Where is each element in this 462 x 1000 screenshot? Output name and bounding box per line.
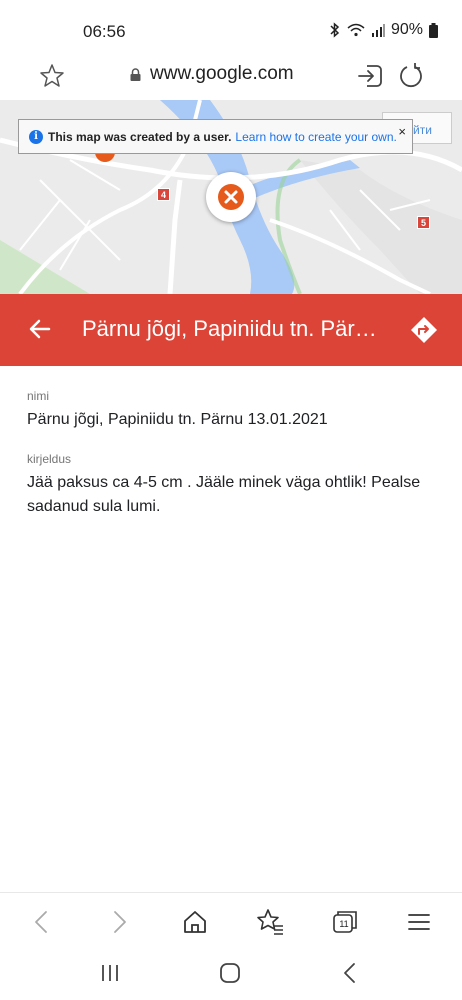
status-bar: 06:56 90% (0, 0, 462, 52)
bluetooth-icon (330, 22, 340, 38)
info-icon: i (29, 129, 43, 144)
forward-icon[interactable] (104, 907, 134, 937)
place-title: Pärnu jõgi, Papiniidu tn. Pärnu 13.01.20… (82, 316, 387, 341)
home-icon[interactable] (180, 907, 210, 937)
recents-icon[interactable] (95, 960, 125, 986)
status-time: 06:56 (83, 22, 126, 41)
wifi-icon (347, 23, 365, 37)
tab-count: 11 (339, 919, 349, 929)
battery-icon (429, 22, 438, 38)
road-badge-4: 4 (157, 188, 170, 201)
user-map-banner: i This map was created by a user. Learn … (18, 119, 413, 154)
field-label-description: kirjeldus (27, 452, 72, 466)
status-icons: 90% (329, 21, 438, 39)
url-field[interactable]: www.google.com (130, 63, 294, 85)
system-nav-bar (0, 948, 462, 1000)
field-value-name: Pärnu jõgi, Papiniidu tn. Pärnu 13.01.20… (27, 411, 328, 428)
address-bar: www.google.com (0, 52, 462, 100)
marker-x-icon (218, 184, 244, 210)
battery-percent: 90% (390, 21, 423, 38)
enter-icon[interactable] (355, 61, 385, 91)
bookmarks-icon[interactable] (255, 907, 285, 937)
road-badge-5: 5 (417, 216, 430, 229)
field-label-name: nimi (27, 389, 50, 403)
selected-map-marker[interactable] (206, 172, 256, 222)
banner-close-icon[interactable]: × (398, 124, 406, 139)
url-text: www.google.com (150, 63, 294, 84)
system-back-icon[interactable] (335, 960, 365, 986)
place-header: Pärnu jõgi, Papiniidu tn. Pärnu 13.01.20… (0, 294, 462, 366)
browser-toolbar: 11 (0, 892, 462, 948)
banner-text: This map was created by a user. (48, 129, 232, 144)
reload-icon[interactable] (398, 61, 424, 91)
arrow-left-icon[interactable] (28, 316, 52, 342)
signal-icon (371, 24, 385, 37)
menu-icon[interactable] (404, 907, 434, 937)
banner-learn-link[interactable]: Learn how to create your own. (235, 130, 396, 144)
back-icon[interactable] (27, 907, 57, 937)
lock-icon (130, 67, 141, 81)
star-icon[interactable] (38, 62, 66, 90)
tabs-icon[interactable]: 11 (330, 907, 360, 937)
field-value-description: Jää paksus ca 4-5 cm . Jääle minek väga … (27, 474, 421, 515)
home-circle-icon[interactable] (215, 960, 245, 986)
directions-icon[interactable] (410, 316, 438, 344)
map-view[interactable]: йти i This map was created by a user. Le… (0, 100, 462, 294)
